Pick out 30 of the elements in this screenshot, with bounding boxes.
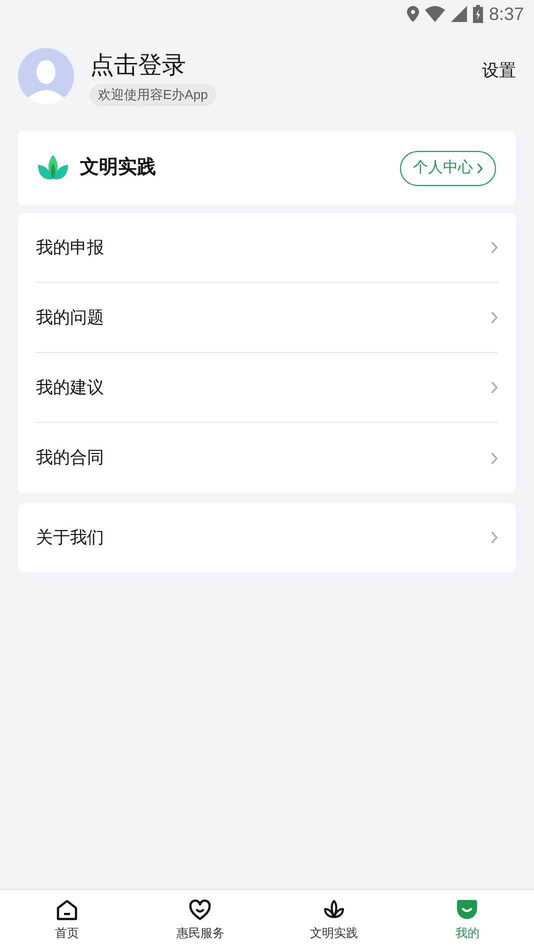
about-item[interactable]: 关于我们 <box>18 503 516 572</box>
chevron-icon <box>491 531 498 544</box>
chevron-icon <box>491 311 498 324</box>
wifi-icon <box>424 6 445 22</box>
avatar <box>18 48 74 104</box>
leaf-logo-icon <box>38 155 68 181</box>
smile-face-icon <box>455 898 480 922</box>
home-icon <box>54 898 79 922</box>
chevron-icon <box>491 452 498 464</box>
login-title[interactable]: 点击登录 <box>90 50 186 82</box>
tab[interactable]: 首页 <box>0 890 134 950</box>
tab[interactable]: 文明实践 <box>267 890 400 950</box>
settings-link[interactable]: 设置 <box>482 58 516 84</box>
heart-smile-icon <box>188 898 212 922</box>
welcome-tag: 欢迎使用容E办App <box>90 84 216 106</box>
personal-center-button[interactable]: 个人中心 <box>400 150 496 186</box>
location-icon <box>406 6 419 22</box>
chevron-icon <box>477 162 483 174</box>
battery-icon <box>472 5 483 23</box>
tab[interactable]: 惠民服务 <box>134 890 267 950</box>
menu-item[interactable]: 我的合同 <box>36 423 498 493</box>
status-time: 8:37 <box>488 2 524 26</box>
tab[interactable]: 我的 <box>400 890 534 950</box>
menu-item[interactable]: 我的问题 <box>36 283 498 353</box>
signal-icon <box>450 6 467 22</box>
chevron-icon <box>491 381 498 394</box>
menu-item[interactable]: 我的建议 <box>36 353 498 423</box>
practice-title: 文明实践 <box>80 156 156 180</box>
chevron-icon <box>491 241 498 254</box>
menu-item[interactable]: 我的申报 <box>36 213 498 283</box>
